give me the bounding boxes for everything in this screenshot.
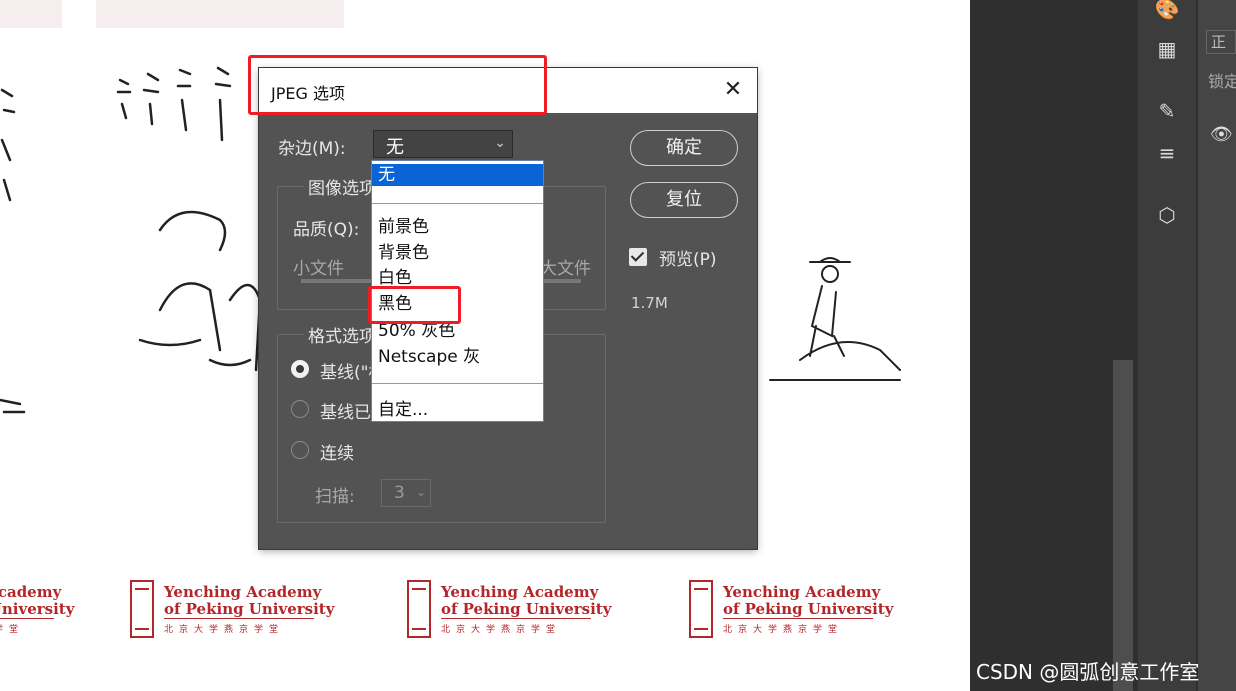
logo-divider: [0, 618, 54, 619]
dropdown-option-custom[interactable]: 自定...: [372, 399, 543, 421]
image-options-title: 图像选项: [304, 174, 380, 199]
brush-presets-icon[interactable]: ≡: [1146, 138, 1188, 168]
logo-subtitle: 北京大学燕京学堂: [164, 625, 285, 635]
logo-line1: Yenching Academy: [723, 583, 881, 601]
seal-icon: [130, 580, 154, 638]
tab-normal-partial[interactable]: 正: [1206, 30, 1236, 54]
dropdown-separator: [372, 203, 543, 204]
brush-settings-icon[interactable]: ✎: [1146, 96, 1188, 126]
logo-subtitle: 北京大学燕京学堂: [0, 625, 25, 635]
lock-label-partial: 锁定: [1208, 72, 1236, 91]
large-file-label: 大文件: [540, 259, 591, 279]
logo-text: Yenching Academy of Peking University: [0, 584, 74, 618]
logo-text: Yenching Academy of Peking University: [723, 584, 893, 618]
file-size-label: 1.7M: [631, 294, 668, 312]
radio-progressive[interactable]: [291, 441, 309, 459]
matte-select[interactable]: 无 ⌄: [373, 130, 513, 158]
palette-icon[interactable]: 🎨: [1146, 0, 1188, 24]
radio-baseline[interactable]: [291, 360, 309, 378]
close-icon[interactable]: ✕: [719, 76, 747, 104]
logo-line1: Yenching Academy: [441, 583, 599, 601]
logo-line2: of Peking University: [0, 600, 75, 618]
watermark: CSDN @圆弧创意工作室: [976, 660, 1200, 684]
chevron-down-icon: ⌄: [415, 485, 426, 499]
logo-divider: [164, 618, 314, 619]
radio-baseline-optimized[interactable]: [291, 400, 309, 418]
seal-icon: [689, 580, 713, 638]
highlight-box-black-option: [368, 286, 461, 324]
logo-subtitle: 北京大学燕京学堂: [441, 625, 562, 635]
logo-divider: [441, 618, 591, 619]
dropdown-option-background[interactable]: 背景色: [372, 242, 543, 264]
scan-select[interactable]: 3 ⌄: [381, 479, 431, 507]
small-file-label: 小文件: [293, 259, 344, 279]
cube-icon[interactable]: ⬡: [1146, 200, 1188, 230]
yenching-logo: Yenching Academy of Peking University 北京…: [689, 578, 893, 644]
reset-button[interactable]: 复位: [630, 182, 738, 218]
ink-sketch-figure: [769, 257, 901, 381]
image-tile: [96, 0, 344, 28]
image-tile: [0, 0, 62, 28]
seal-icon: [407, 580, 431, 638]
matte-select-value: 无: [386, 137, 404, 158]
dropdown-option-netscape-gray[interactable]: Netscape 灰: [372, 346, 543, 368]
preview-label[interactable]: 预览(P): [659, 245, 717, 270]
ok-button[interactable]: 确定: [630, 130, 738, 166]
ink-sketch-left: [0, 88, 26, 414]
logo-line2: of Peking University: [723, 600, 894, 618]
dropdown-option-none[interactable]: 无: [372, 164, 543, 186]
logo-line1: Yenching Academy: [0, 583, 62, 601]
matte-label: 杂边(M):: [278, 139, 346, 159]
layers-panel-edge: 正 锁定 👁: [1198, 0, 1236, 691]
ink-sketch-illustration: [116, 66, 260, 372]
logo-line2: of Peking University: [441, 600, 612, 618]
logo-text: Yenching Academy of Peking University: [441, 584, 611, 618]
logo-text: Yenching Academy of Peking University: [164, 584, 334, 618]
yenching-logo: Yenching Academy of Peking University 北京…: [0, 578, 74, 644]
logo-divider: [723, 618, 873, 619]
logo-subtitle: 北京大学燕京学堂: [723, 625, 844, 635]
scan-label: 扫描:: [315, 487, 355, 507]
chevron-down-icon: ⌄: [494, 135, 506, 151]
panel-scrollbar[interactable]: [1113, 360, 1133, 691]
logo-line1: Yenching Academy: [164, 583, 322, 601]
yenching-logo: Yenching Academy of Peking University 北京…: [407, 578, 611, 644]
yenching-logo: Yenching Academy of Peking University 北京…: [130, 578, 334, 644]
highlight-box-title: [248, 55, 547, 115]
preview-checkbox[interactable]: [629, 248, 647, 266]
dropdown-separator: [372, 383, 543, 384]
quality-label: 品质(Q):: [293, 220, 360, 240]
eye-icon[interactable]: 👁: [1210, 124, 1233, 145]
scan-select-value: 3: [394, 483, 405, 503]
grid-icon[interactable]: ▦: [1146, 34, 1188, 64]
logo-line2: of Peking University: [164, 600, 335, 618]
radio-progressive-label[interactable]: 连续: [320, 439, 354, 464]
dropdown-option-foreground[interactable]: 前景色: [372, 216, 543, 238]
format-options-title: 格式选项: [304, 322, 380, 347]
photoshop-side-panel: 🎨 ▦ ✎ ≡ ⬡ 正 锁定 👁: [970, 0, 1236, 691]
